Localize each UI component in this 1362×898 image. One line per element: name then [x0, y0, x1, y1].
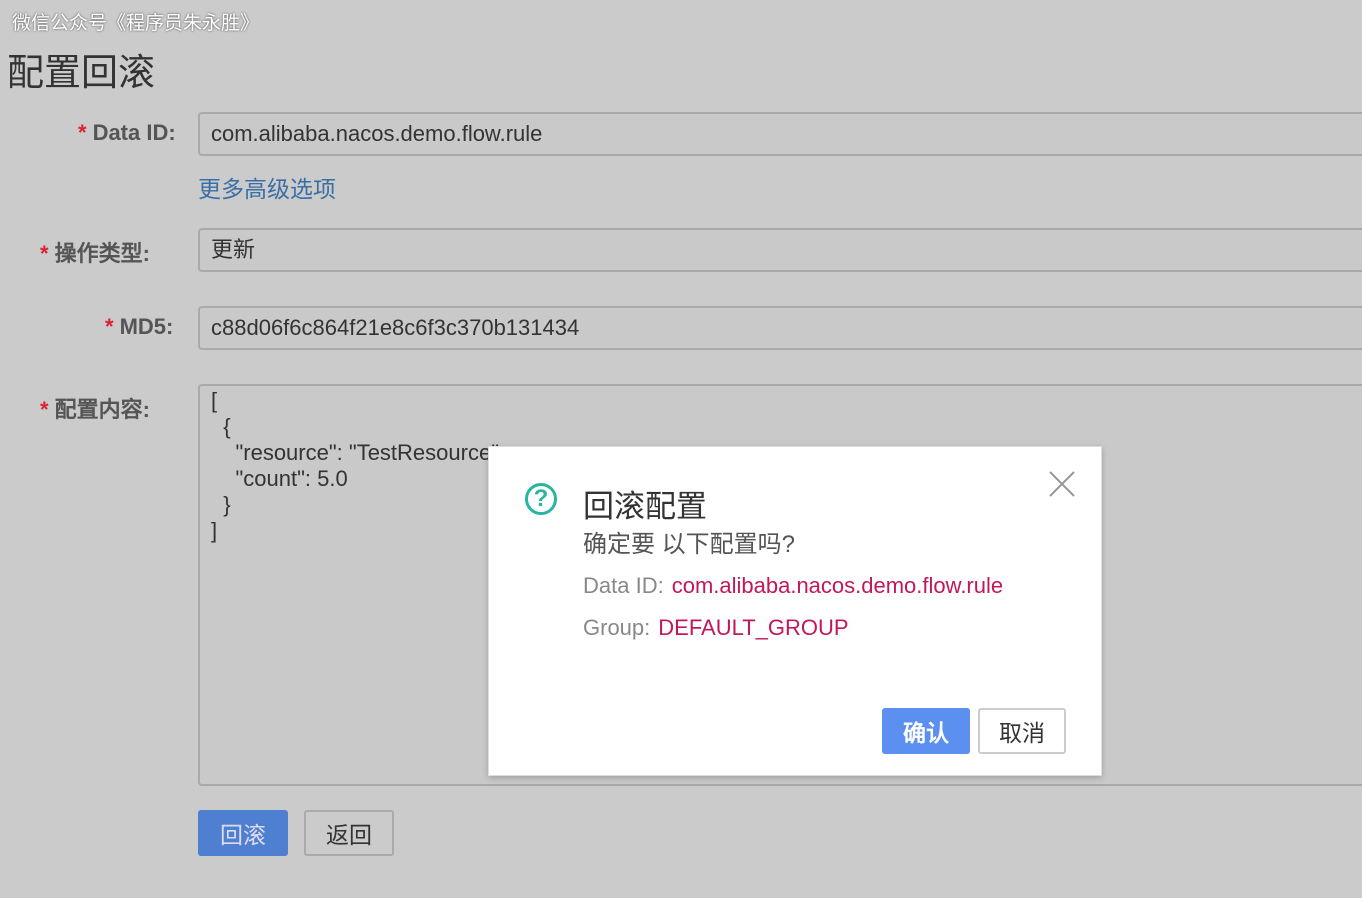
content-label-text: 配置内容: — [54, 397, 150, 422]
dialog-data-id-value: com.alibaba.nacos.demo.flow.rule — [671, 573, 1004, 598]
close-icon[interactable] — [1047, 469, 1077, 499]
confirm-button[interactable]: 确认 — [882, 708, 970, 754]
rollback-confirm-dialog: ? 回滚配置 确定要 以下配置吗? Data ID: com.alibaba.na… — [488, 446, 1102, 776]
back-button[interactable]: 返回 — [304, 810, 394, 856]
md5-label: * MD5: — [105, 314, 173, 340]
dialog-data-id-row: Data ID: com.alibaba.nacos.demo.flow.rule — [583, 573, 1003, 599]
page-title: 配置回滚 — [7, 52, 155, 93]
content-label: * 配置内容: — [40, 392, 150, 424]
data-id-label-text: Data ID: — [92, 120, 176, 145]
question-icon: ? — [525, 483, 557, 515]
required-mark: * — [105, 314, 114, 339]
op-type-input[interactable]: 更新 — [198, 228, 1362, 272]
dialog-title: 回滚配置 — [583, 489, 707, 524]
dialog-group-row: Group: DEFAULT_GROUP — [583, 615, 849, 641]
md5-input[interactable]: c88d06f6c864f21e8c6f3c370b131434 — [198, 306, 1362, 350]
md5-label-text: MD5: — [119, 314, 174, 339]
op-type-label-text: 操作类型: — [54, 241, 150, 266]
required-mark: * — [40, 241, 49, 266]
cancel-button[interactable]: 取消 — [978, 708, 1066, 754]
dialog-data-id-label: Data ID: — [583, 573, 664, 598]
op-type-label: * 操作类型: — [40, 236, 150, 268]
watermark: 微信公众号《程序员朱永胜》 — [12, 13, 260, 34]
data-id-label: * Data ID: — [78, 120, 176, 146]
dialog-message: 确定要 以下配置吗? — [583, 531, 796, 558]
dialog-group-value: DEFAULT_GROUP — [658, 615, 849, 640]
required-mark: * — [78, 120, 87, 145]
data-id-input[interactable]: com.alibaba.nacos.demo.flow.rule — [198, 112, 1362, 156]
advanced-options-link[interactable]: 更多高级选项 — [198, 170, 336, 204]
rollback-button[interactable]: 回滚 — [198, 810, 288, 856]
required-mark: * — [40, 397, 49, 422]
dialog-group-label: Group: — [583, 615, 651, 640]
